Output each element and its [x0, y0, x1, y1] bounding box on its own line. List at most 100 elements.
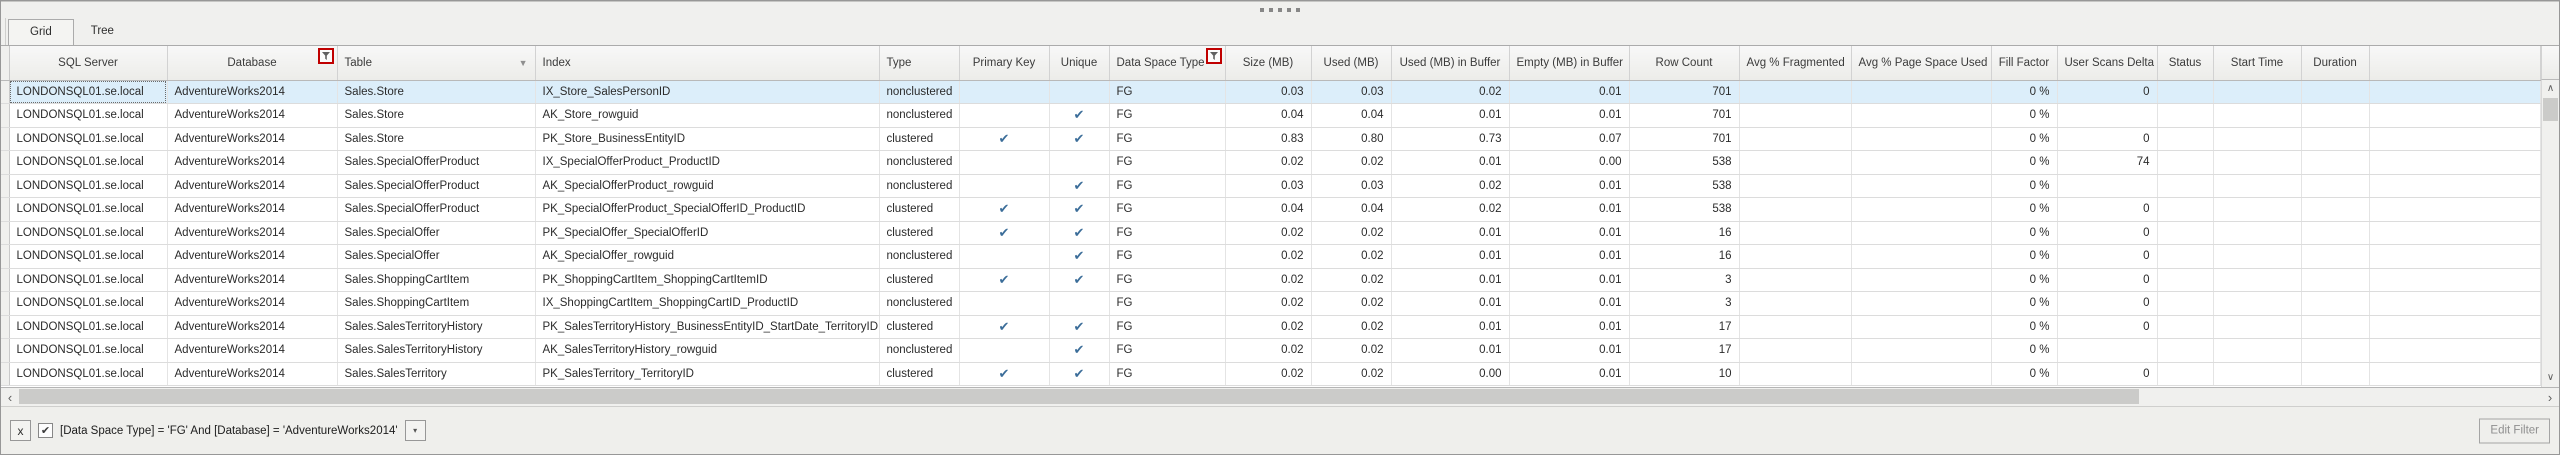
cell-avg_fragmented[interactable] [1739, 291, 1852, 316]
cell-unique[interactable]: ✔ [1049, 244, 1110, 269]
cell-used_mb[interactable]: 0.02 [1311, 315, 1392, 339]
cell-start_time[interactable] [2213, 221, 2302, 245]
cell-used_mb_buffer[interactable]: 0.01 [1391, 315, 1510, 339]
cell-data_space_type[interactable]: FG [1109, 291, 1226, 316]
cell-duration[interactable] [2301, 362, 2370, 386]
pane-splitter[interactable] [1, 1, 2559, 18]
cell-primary_key[interactable] [959, 103, 1050, 128]
cell-user_scans_delta[interactable]: 0 [2057, 291, 2158, 316]
cell-avg_page_space_used[interactable] [1851, 362, 1992, 386]
table-row[interactable]: LONDONSQL01.se.local AdventureWorks2014 Sa… [1, 338, 2541, 363]
cell-primary_key[interactable] [959, 80, 1050, 104]
column-header-user_scans_delta[interactable]: User Scans Delta [2057, 46, 2158, 81]
cell-type[interactable]: clustered [879, 221, 960, 245]
cell-unique[interactable]: ✔ [1049, 315, 1110, 339]
cell-table[interactable]: Sales.ShoppingCartItem [337, 291, 536, 316]
column-header-sql_server[interactable]: SQL Server [9, 46, 168, 81]
cell-primary_key[interactable] [959, 291, 1050, 316]
cell-unique[interactable]: ✔ [1049, 174, 1110, 198]
cell-avg_page_space_used[interactable] [1851, 127, 1992, 151]
cell-database[interactable]: AdventureWorks2014 [167, 338, 338, 363]
cell-sql_server[interactable]: LONDONSQL01.se.local [9, 127, 168, 151]
cell-user_scans_delta[interactable] [2057, 103, 2158, 128]
column-header-avg_fragmented[interactable]: Avg % Fragmented [1739, 46, 1852, 81]
cell-type[interactable]: nonclustered [879, 80, 960, 104]
vertical-scrollbar[interactable]: ∧ ∨ [2541, 80, 2559, 387]
cell-database[interactable]: AdventureWorks2014 [167, 362, 338, 386]
table-row[interactable]: LONDONSQL01.se.local AdventureWorks2014 Sa… [1, 197, 2541, 222]
cell-fill_factor[interactable]: 0 % [1991, 221, 2058, 245]
cell-index[interactable]: PK_SalesTerritory_TerritoryID [535, 362, 880, 386]
tab-grid[interactable]: Grid [8, 19, 74, 45]
cell-index[interactable]: PK_SpecialOffer_SpecialOfferID [535, 221, 880, 245]
cell-size_mb[interactable]: 0.83 [1225, 127, 1312, 151]
cell-duration[interactable] [2301, 291, 2370, 316]
cell-table[interactable]: Sales.SpecialOfferProduct [337, 197, 536, 222]
cell-row_count[interactable]: 10 [1629, 362, 1740, 386]
table-row[interactable]: LONDONSQL01.se.local AdventureWorks2014 Sa… [1, 221, 2541, 245]
horizontal-scroll-thumb[interactable] [19, 389, 2139, 404]
cell-sql_server[interactable]: LONDONSQL01.se.local [9, 80, 168, 104]
cell-user_scans_delta[interactable]: 0 [2057, 268, 2158, 292]
cell-row_count[interactable]: 16 [1629, 221, 1740, 245]
cell-fill_factor[interactable]: 0 % [1991, 127, 2058, 151]
cell-used_mb_buffer[interactable]: 0.01 [1391, 268, 1510, 292]
cell-row_count[interactable]: 538 [1629, 150, 1740, 175]
cell-primary_key[interactable]: ✔ [959, 315, 1050, 339]
cell-used_mb[interactable]: 0.02 [1311, 221, 1392, 245]
cell-empty_mb_buffer[interactable]: 0.01 [1509, 291, 1630, 316]
table-row[interactable]: LONDONSQL01.se.local AdventureWorks2014 Sa… [1, 150, 2541, 175]
cell-unique[interactable]: ✔ [1049, 338, 1110, 363]
cell-table[interactable]: Sales.SpecialOffer [337, 244, 536, 269]
cell-empty_mb_buffer[interactable]: 0.01 [1509, 268, 1630, 292]
cell-sql_server[interactable]: LONDONSQL01.se.local [9, 362, 168, 386]
table-row[interactable]: LONDONSQL01.se.local AdventureWorks2014 Sa… [1, 174, 2541, 198]
cell-avg_fragmented[interactable] [1739, 150, 1852, 175]
cell-avg_fragmented[interactable] [1739, 127, 1852, 151]
cell-status[interactable] [2157, 244, 2214, 269]
cell-duration[interactable] [2301, 315, 2370, 339]
cell-avg_page_space_used[interactable] [1851, 315, 1992, 339]
column-header-row_count[interactable]: Row Count [1629, 46, 1740, 81]
cell-avg_page_space_used[interactable] [1851, 150, 1992, 175]
cell-avg_page_space_used[interactable] [1851, 174, 1992, 198]
cell-primary_key[interactable]: ✔ [959, 362, 1050, 386]
cell-index[interactable]: IX_Store_SalesPersonID [535, 80, 880, 104]
cell-user_scans_delta[interactable]: 0 [2057, 221, 2158, 245]
column-header-size_mb[interactable]: Size (MB) [1225, 46, 1312, 81]
cell-unique[interactable] [1049, 150, 1110, 175]
table-row[interactable]: LONDONSQL01.se.local AdventureWorks2014 Sa… [1, 127, 2541, 151]
cell-avg_page_space_used[interactable] [1851, 197, 1992, 222]
cell-empty_mb_buffer[interactable]: 0.01 [1509, 362, 1630, 386]
cell-fill_factor[interactable]: 0 % [1991, 244, 2058, 269]
cell-data_space_type[interactable]: FG [1109, 338, 1226, 363]
cell-index[interactable]: AK_SpecialOffer_rowguid [535, 244, 880, 269]
cell-used_mb_buffer[interactable]: 0.02 [1391, 174, 1510, 198]
filter-dropdown-button[interactable]: ▾ [404, 420, 426, 441]
cell-database[interactable]: AdventureWorks2014 [167, 221, 338, 245]
column-header-table[interactable]: Table ▼ [337, 46, 536, 81]
cell-status[interactable] [2157, 127, 2214, 151]
cell-empty_mb_buffer[interactable]: 0.01 [1509, 315, 1630, 339]
column-header-database[interactable]: Database [167, 46, 338, 81]
cell-index[interactable]: IX_SpecialOfferProduct_ProductID [535, 150, 880, 175]
cell-table[interactable]: Sales.SpecialOfferProduct [337, 150, 536, 175]
cell-user_scans_delta[interactable]: 0 [2057, 362, 2158, 386]
cell-database[interactable]: AdventureWorks2014 [167, 103, 338, 128]
cell-status[interactable] [2157, 315, 2214, 339]
cell-sql_server[interactable]: LONDONSQL01.se.local [9, 174, 168, 198]
active-filter-icon[interactable] [317, 48, 334, 64]
cell-avg_page_space_used[interactable] [1851, 338, 1992, 363]
cell-index[interactable]: AK_SalesTerritoryHistory_rowguid [535, 338, 880, 363]
cell-primary_key[interactable] [959, 174, 1050, 198]
cell-sql_server[interactable]: LONDONSQL01.se.local [9, 244, 168, 269]
table-row[interactable]: LONDONSQL01.se.local AdventureWorks2014 Sa… [1, 291, 2541, 316]
cell-table[interactable]: Sales.SalesTerritoryHistory [337, 338, 536, 363]
cell-database[interactable]: AdventureWorks2014 [167, 315, 338, 339]
filter-dropdown-icon[interactable]: ▼ [519, 58, 528, 68]
cell-start_time[interactable] [2213, 315, 2302, 339]
cell-used_mb[interactable]: 0.80 [1311, 127, 1392, 151]
cell-empty_mb_buffer[interactable]: 0.01 [1509, 338, 1630, 363]
cell-unique[interactable]: ✔ [1049, 221, 1110, 245]
column-header-start_time[interactable]: Start Time [2213, 46, 2302, 81]
